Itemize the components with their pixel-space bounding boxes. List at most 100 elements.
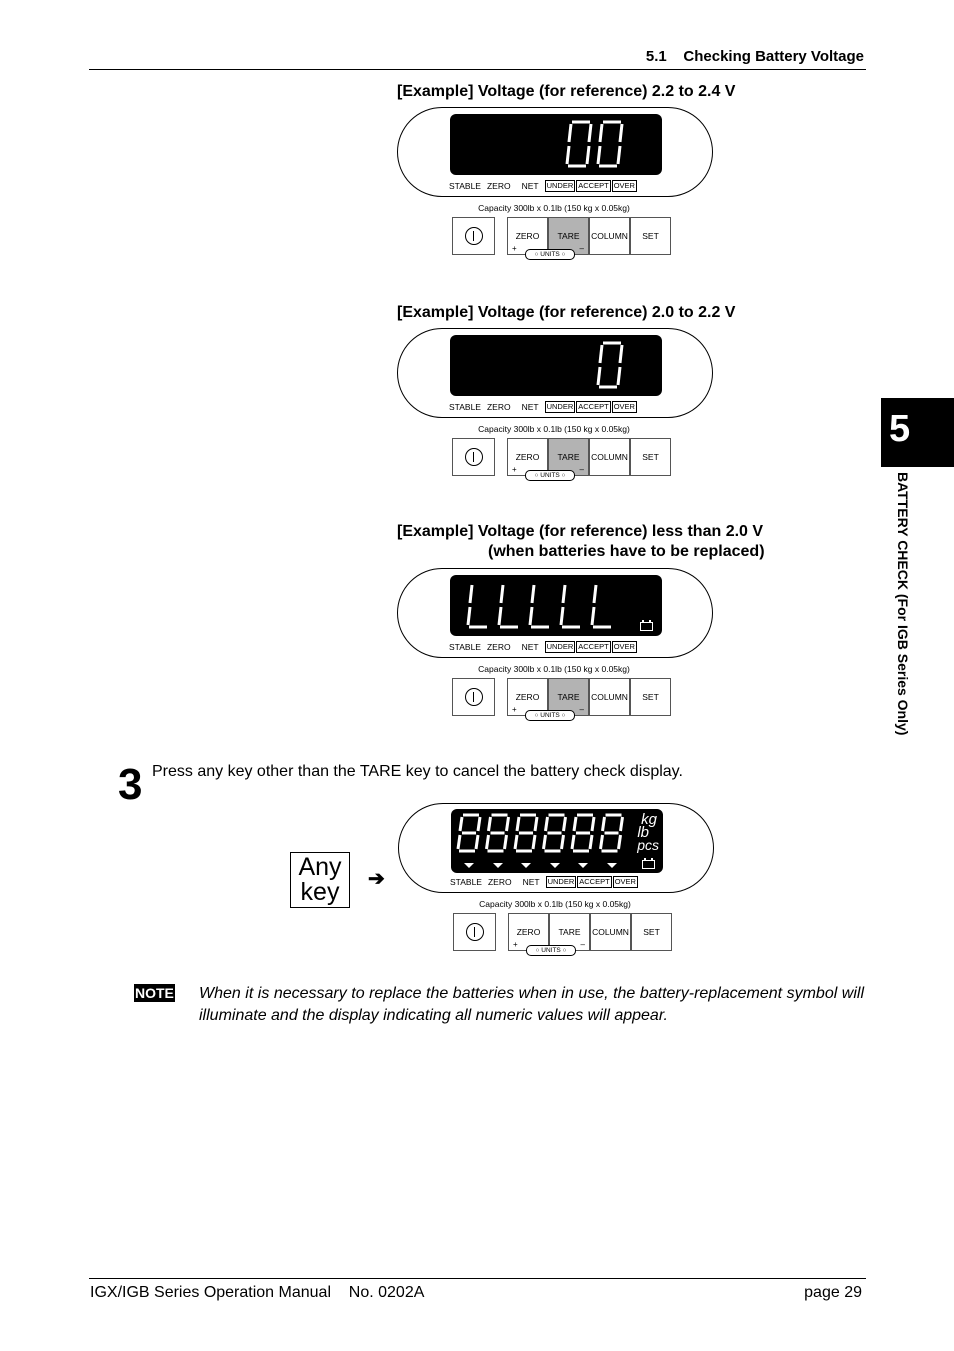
annunciator-net: NET — [521, 181, 539, 191]
segment-e — [570, 834, 576, 850]
indicator-triangle — [606, 863, 617, 868]
set-key[interactable]: SET — [630, 217, 671, 255]
step-text: Press any key other than the TARE key to… — [152, 763, 683, 780]
segment-f — [544, 816, 549, 832]
display-screen — [450, 114, 662, 175]
power-key[interactable] — [452, 438, 495, 476]
chapter-side-label: BATTERY CHECK (For IGB Series Only) — [895, 472, 911, 736]
battery-icon — [642, 858, 655, 869]
annunciator-over: OVER — [611, 641, 637, 653]
segment-c — [531, 834, 537, 850]
segment-e — [466, 606, 472, 626]
power-icon — [464, 448, 483, 466]
zero-key-label: ZERO — [516, 927, 541, 937]
seg-display — [565, 120, 624, 168]
unit-pcs: pcs — [637, 837, 659, 853]
set-key-label: SET — [643, 927, 660, 937]
capacity-label: Capacity 300lb x 0.1lb (150 kg x 0.05kg) — [478, 203, 630, 213]
footer-manual-title: IGX/IGB Series Operation Manual No. 0202… — [90, 1284, 425, 1301]
segment-e — [565, 145, 571, 165]
segment-f — [468, 584, 474, 604]
example-caption-3: [Example] Voltage (for reference) less t… — [397, 523, 764, 540]
segment-e — [596, 366, 602, 386]
zero-key-label: ZERO — [515, 231, 540, 241]
column-key[interactable]: COLUMN — [589, 438, 630, 476]
annunciator-net: NET — [521, 402, 539, 412]
step-number: 3 — [118, 760, 143, 809]
units-label: ○ UNITS ○ — [525, 249, 575, 260]
set-key-label: SET — [642, 231, 659, 241]
column-key[interactable]: COLUMN — [589, 217, 630, 255]
power-key[interactable] — [452, 217, 495, 255]
tare-key-label: TARE — [557, 692, 580, 702]
column-key[interactable]: COLUMN — [590, 913, 631, 951]
footer-rule — [89, 1278, 866, 1279]
note-badge: NOTE — [134, 984, 175, 1002]
power-key[interactable] — [453, 913, 496, 951]
set-key-label: SET — [642, 452, 659, 462]
set-key-label: SET — [642, 692, 659, 702]
power-icon — [465, 923, 484, 941]
seg-display — [596, 341, 624, 389]
annunciator-zero: ZERO — [486, 181, 511, 191]
annunciator-accept: ACCEPT — [577, 876, 612, 888]
annunciator-zero: ZERO — [487, 877, 512, 887]
arrow-right-icon: ➔ — [368, 868, 385, 890]
seg-display — [466, 584, 611, 629]
section-title: 5.1 Checking Battery Voltage — [645, 48, 864, 65]
set-key[interactable]: SET — [630, 438, 671, 476]
plus-label: + — [513, 940, 518, 949]
segment-b — [618, 344, 624, 364]
segment-f — [592, 584, 598, 604]
segment-c — [474, 834, 480, 850]
power-key[interactable] — [452, 678, 495, 716]
chapter-tab[interactable]: 5 — [881, 398, 954, 467]
annunciators: STABLE ZERO NET UNDER ACCEPT OVER — [449, 401, 638, 413]
segment-f — [572, 816, 578, 832]
annunciator-over: OVER — [611, 401, 637, 413]
plus-label: + — [512, 244, 517, 253]
annunciator-net: NET — [522, 877, 540, 887]
column-key-label: COLUMN — [591, 231, 628, 241]
units-label: ○ UNITS ○ — [525, 710, 575, 721]
tare-key-label: TARE — [558, 927, 581, 937]
tare-key-label: TARE — [557, 452, 580, 462]
indicator-triangle — [578, 863, 588, 868]
example-caption-2: [Example] Voltage (for reference) 2.0 to… — [397, 304, 736, 321]
segment-e — [542, 834, 547, 850]
annunciator-under: UNDER — [544, 641, 576, 653]
capacity-label: Capacity 300lb x 0.1lb (150 kg x 0.05kg) — [479, 899, 631, 909]
set-key[interactable]: SET — [631, 913, 672, 951]
annunciator-stable: STABLE — [449, 642, 481, 652]
scale-panel-2: STABLE ZERO NET UNDER ACCEPT OVER Capacity 30… — [397, 328, 717, 488]
annunciator-zero: ZERO — [486, 402, 511, 412]
segment-e — [456, 834, 462, 850]
page-number: page 29 — [804, 1284, 862, 1301]
indicator-triangle — [521, 863, 531, 868]
column-key[interactable]: COLUMN — [589, 678, 630, 716]
segment-f — [598, 344, 604, 364]
scale-panel-4: kg lb pcs STABLE ZERO NET UNDER ACCEPT OVER C… — [398, 803, 718, 963]
display-screen: kg lb pcs — [451, 809, 663, 873]
seg-display-all — [456, 813, 624, 853]
any-key-button[interactable]: Any key — [290, 852, 350, 908]
annunciator-under: UNDER — [545, 876, 577, 888]
annunciator-accept: ACCEPT — [576, 180, 611, 192]
segment-c — [616, 145, 622, 165]
chapter-number: 5 — [889, 408, 911, 450]
segment-f — [567, 123, 573, 143]
power-icon — [464, 688, 483, 706]
indicator-triangle — [492, 863, 503, 868]
display-screen — [450, 575, 662, 636]
minus-label: – — [580, 940, 585, 949]
annunciators: STABLE ZERO NET UNDER ACCEPT OVER — [449, 180, 638, 192]
set-key[interactable]: SET — [630, 678, 671, 716]
segment-b — [618, 123, 624, 143]
scale-panel-1: STABLE ZERO NET UNDER ACCEPT OVER Capacity 30… — [397, 107, 717, 267]
annunciator-net: NET — [521, 642, 539, 652]
scale-panel-3: STABLE ZERO NET UNDER ACCEPT OVER Capacity 30… — [397, 568, 717, 728]
column-key-label: COLUMN — [591, 692, 628, 702]
segment-c — [560, 834, 565, 850]
units-label: ○ UNITS ○ — [526, 945, 576, 956]
segment-f — [530, 584, 536, 604]
